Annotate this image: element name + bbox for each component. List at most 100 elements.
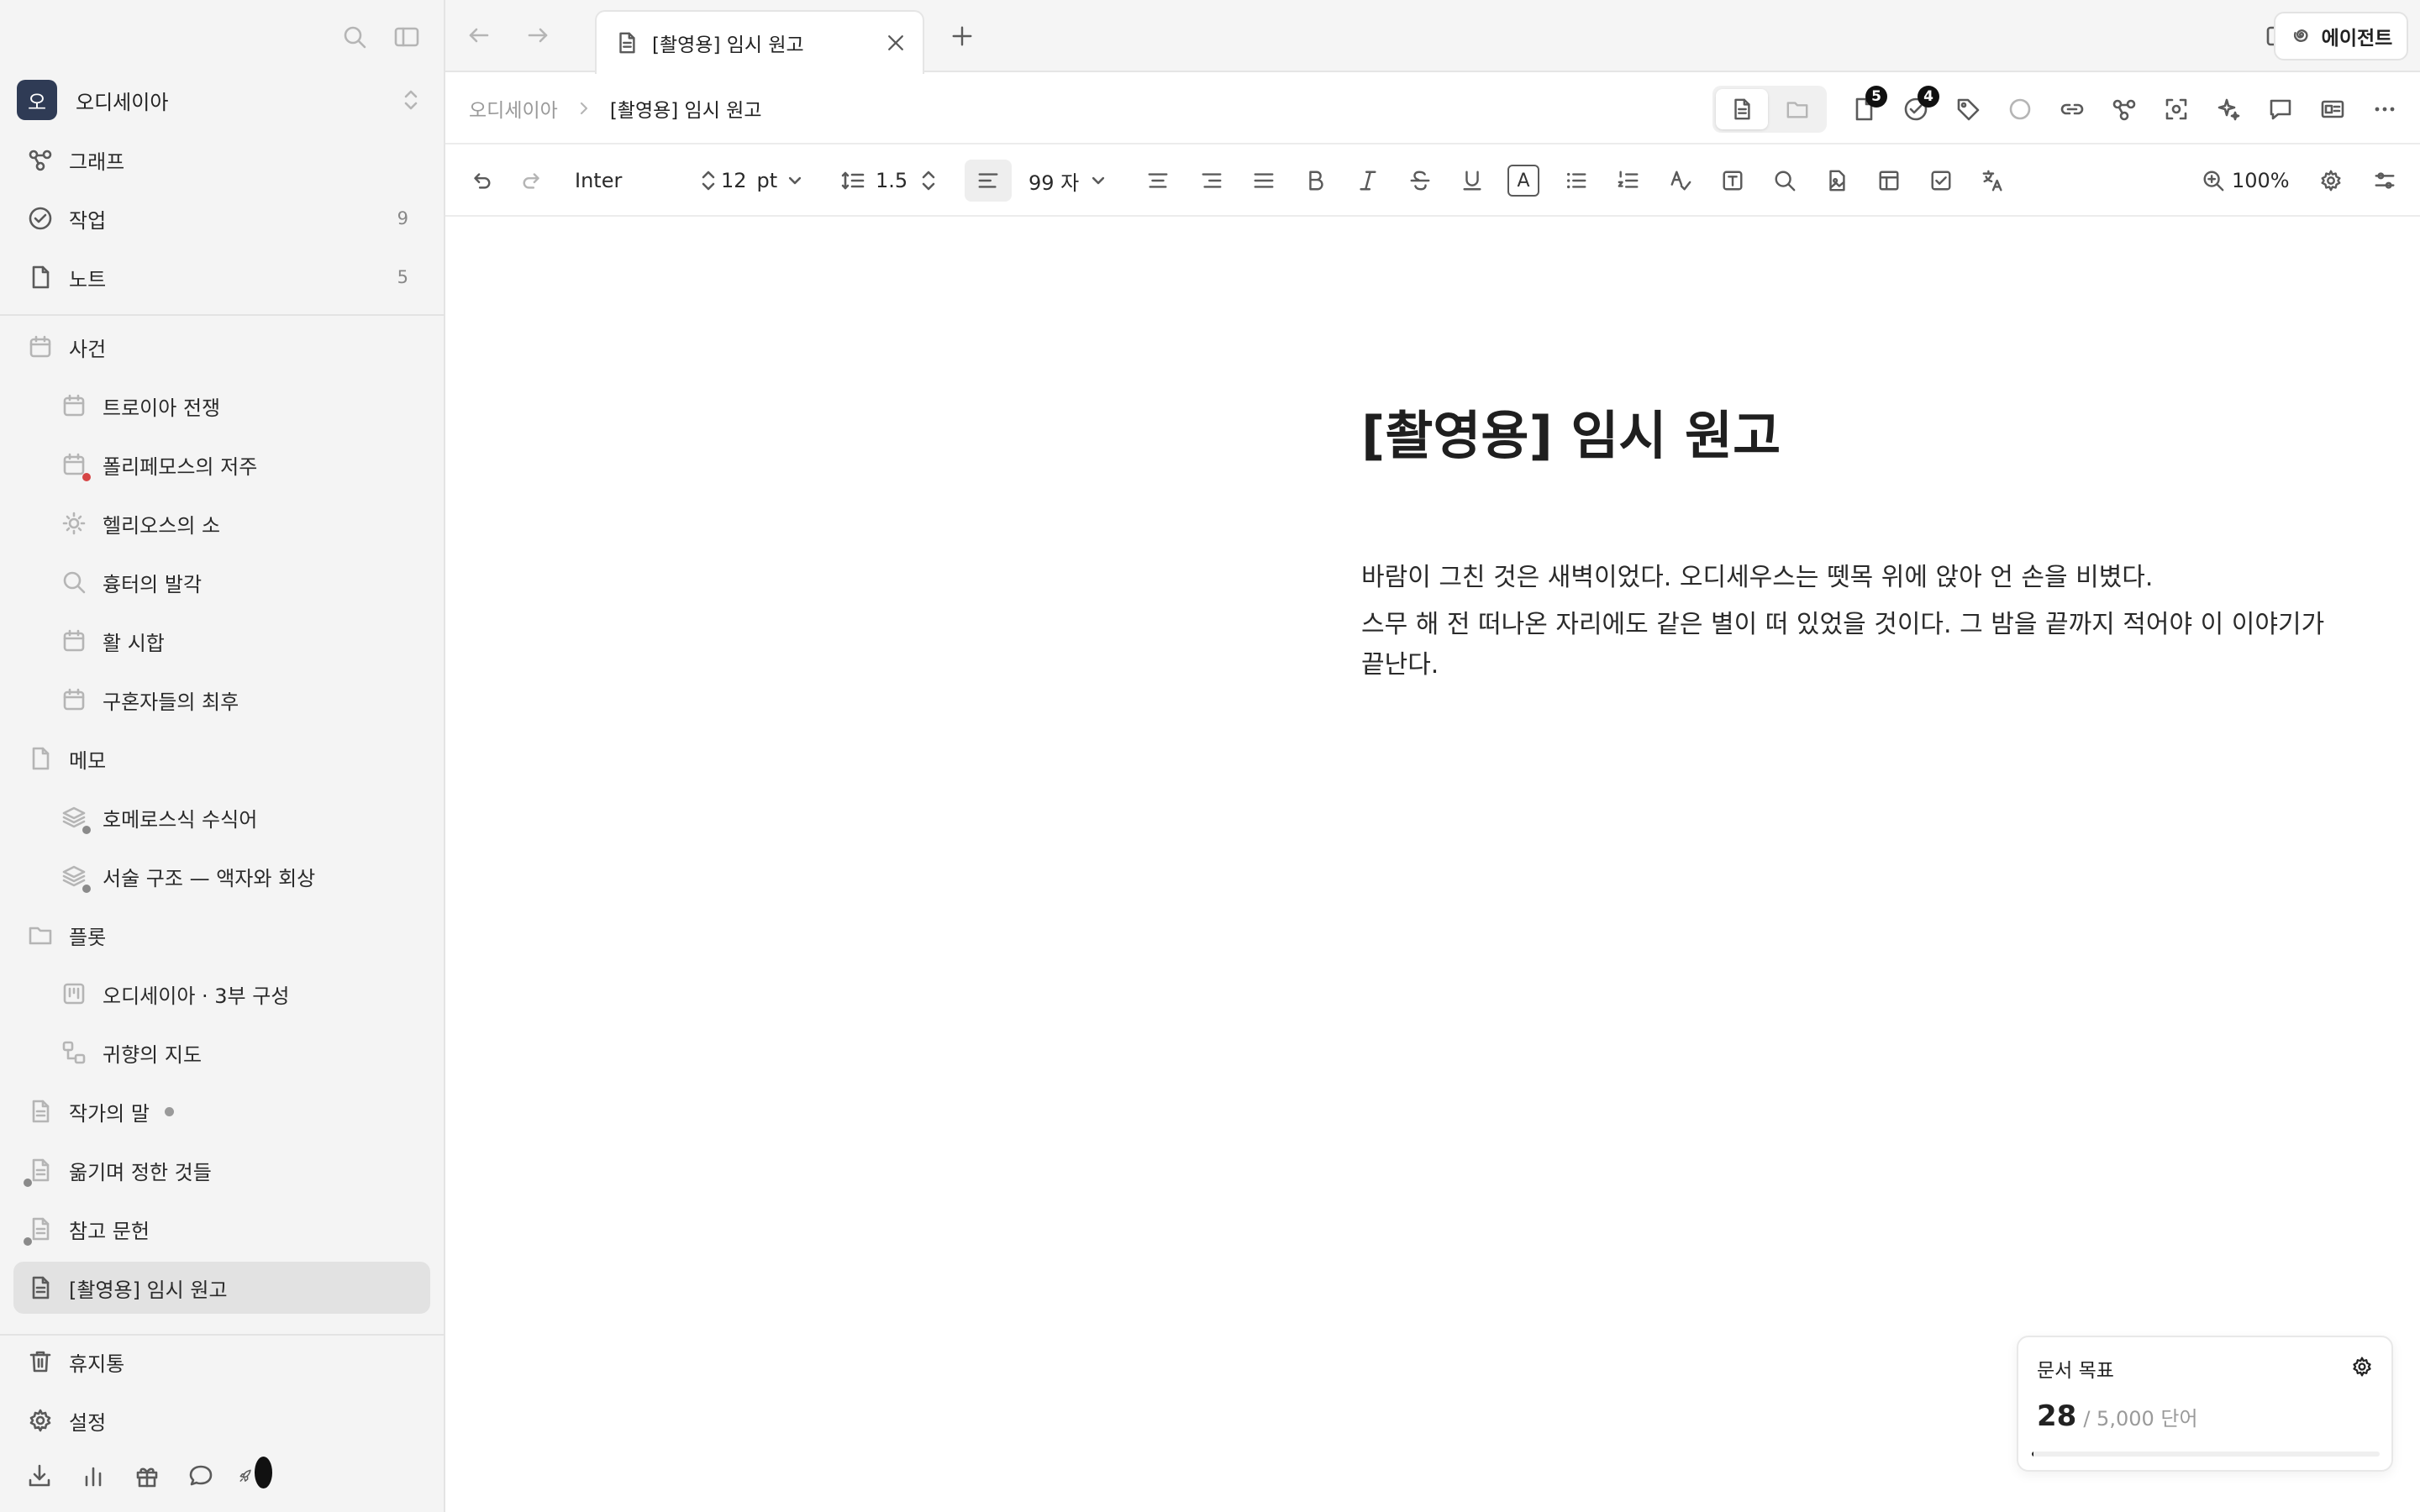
bold-button[interactable] bbox=[1299, 144, 1333, 217]
tree-folder-memo[interactable]: 메모 bbox=[13, 732, 430, 785]
align-left-button[interactable] bbox=[965, 144, 1012, 217]
agent-button[interactable]: 에이전트 bbox=[2274, 12, 2408, 60]
tree-folder-events[interactable]: 사건 bbox=[13, 321, 430, 373]
view-mode-toggle bbox=[1712, 86, 1827, 133]
forward-arrow-icon[interactable] bbox=[521, 18, 555, 52]
sliders-icon bbox=[2368, 164, 2402, 197]
zoom-control[interactable]: 100% bbox=[2202, 144, 2290, 217]
status-circle-icon[interactable] bbox=[2002, 91, 2039, 128]
stats-icon[interactable] bbox=[77, 1460, 109, 1492]
tasks-icon[interactable]: 4 bbox=[1897, 86, 1939, 128]
download-icon[interactable] bbox=[24, 1460, 55, 1492]
align-right-button[interactable] bbox=[1195, 144, 1228, 217]
tree-item-polyphemus[interactable]: 폴리페모스의 저주 bbox=[13, 438, 430, 491]
insert-table-button[interactable] bbox=[1872, 144, 1906, 217]
tab-draft[interactable]: [촬영용] 임시 원고 bbox=[595, 10, 924, 74]
folder-view-icon[interactable] bbox=[1771, 89, 1823, 129]
numbered-list-button[interactable] bbox=[1612, 144, 1645, 217]
tree-label: 오디세이아 · 3부 구성 bbox=[103, 984, 290, 1008]
paragraph[interactable]: 바람이 그친 것은 새벽이었다. 오디세우스는 뗏목 위에 앉아 언 손을 비볐… bbox=[1361, 558, 2328, 598]
document-title[interactable]: [촬영용] 임시 원고 bbox=[1361, 393, 1781, 469]
gear-icon[interactable] bbox=[2348, 1352, 2376, 1381]
breadcrumb-current[interactable]: [촬영용] 임시 원고 bbox=[610, 94, 762, 123]
char-count-select[interactable]: 99 자 bbox=[1028, 144, 1121, 217]
text-box-button[interactable] bbox=[1716, 144, 1749, 217]
chevron-up-down-icon bbox=[398, 83, 424, 117]
line-height-select[interactable]: 1.5 bbox=[840, 144, 950, 217]
chevron-up-down-icon bbox=[919, 168, 938, 193]
more-icon[interactable] bbox=[2366, 91, 2403, 128]
tree-item-authors-note[interactable]: 작가의 말 bbox=[13, 1085, 430, 1137]
tree-item-suitors[interactable]: 구혼자들의 최후 bbox=[13, 674, 430, 726]
find-button[interactable] bbox=[1768, 144, 1802, 217]
tree-item-draft-active[interactable]: [촬영용] 임시 원고 bbox=[13, 1262, 430, 1314]
tab-label: [촬영용] 임시 원고 bbox=[652, 34, 804, 56]
nav-notes[interactable]: 노트 5 bbox=[13, 251, 430, 303]
spellcheck-button[interactable] bbox=[1664, 144, 1697, 217]
rocket-icon[interactable] bbox=[239, 1457, 272, 1492]
document-goal-widget: 문서 목표 28 / 5,000 단어 bbox=[2017, 1336, 2393, 1472]
tree-item-references[interactable]: 참고 문헌 bbox=[13, 1203, 430, 1255]
bullet-list-button[interactable] bbox=[1560, 144, 1593, 217]
numbered-list-icon bbox=[1612, 164, 1645, 197]
search-icon[interactable] bbox=[338, 20, 371, 54]
translate-button[interactable] bbox=[1976, 144, 2010, 217]
nav-trash[interactable]: 휴지통 bbox=[13, 1336, 430, 1388]
nav-graph[interactable]: 그래프 bbox=[13, 134, 430, 186]
font-size-select[interactable]: 12 pt bbox=[721, 144, 813, 217]
editor-settings-button[interactable] bbox=[2314, 144, 2348, 217]
focus-icon[interactable] bbox=[2158, 91, 2195, 128]
document-body[interactable]: 바람이 그친 것은 새벽이었다. 오디세우스는 뗏목 위에 앉아 언 손을 비볐… bbox=[1361, 558, 2328, 692]
redo-button[interactable] bbox=[516, 144, 550, 217]
filter-settings-button[interactable] bbox=[2368, 144, 2402, 217]
sparkles-icon[interactable] bbox=[2210, 91, 2247, 128]
plus-icon[interactable] bbox=[946, 20, 978, 52]
italic-button[interactable] bbox=[1351, 144, 1385, 217]
calendar-icon bbox=[59, 626, 89, 656]
align-center-button[interactable] bbox=[1141, 144, 1175, 217]
link-icon[interactable] bbox=[2054, 91, 2091, 128]
goal-progress-bar bbox=[2032, 1452, 2380, 1457]
breadcrumb-root[interactable]: 오디세이아 bbox=[469, 94, 558, 123]
format-toolbar: Inter 12 pt 1.5 99 자 A 100% bbox=[445, 144, 2420, 217]
tree-item-scar[interactable]: 흉터의 발각 bbox=[13, 556, 430, 608]
close-icon[interactable] bbox=[882, 29, 909, 56]
strikethrough-button[interactable] bbox=[1403, 144, 1437, 217]
sidebar-toggle-icon[interactable] bbox=[390, 20, 424, 54]
tree-item-narrative-structure[interactable]: 서술 구조 — 액자와 회상 bbox=[13, 850, 430, 902]
checklist-button[interactable] bbox=[1924, 144, 1958, 217]
tree-item-trojan-war[interactable]: 트로이아 전쟁 bbox=[13, 380, 430, 432]
chat-icon[interactable] bbox=[185, 1460, 217, 1492]
nav-tasks[interactable]: 작업 9 bbox=[13, 192, 430, 244]
tree-item-helios[interactable]: 헬리오스의 소 bbox=[13, 497, 430, 549]
tag-icon[interactable] bbox=[1949, 91, 1986, 128]
linked-documents-icon[interactable]: 5 bbox=[1845, 86, 1887, 128]
underline-button[interactable] bbox=[1455, 144, 1489, 217]
workspace-switcher[interactable]: 오 오디세이아 bbox=[17, 79, 424, 121]
align-justify-button[interactable] bbox=[1247, 144, 1281, 217]
gift-icon[interactable] bbox=[131, 1460, 163, 1492]
tree-item-translation-notes[interactable]: 옮기며 정한 것들 bbox=[13, 1144, 430, 1196]
tree-item-three-parts[interactable]: 오디세이아 · 3부 구성 bbox=[13, 968, 430, 1020]
undo-icon bbox=[464, 164, 497, 197]
insert-image-button[interactable] bbox=[1820, 144, 1854, 217]
nav-settings[interactable]: 설정 bbox=[13, 1394, 430, 1446]
tree-folder-plot[interactable]: 플롯 bbox=[13, 909, 430, 961]
document-icon bbox=[24, 1155, 55, 1187]
id-card-icon[interactable] bbox=[2314, 91, 2351, 128]
undo-button[interactable] bbox=[464, 144, 497, 217]
document-icon bbox=[25, 1096, 55, 1126]
back-arrow-icon[interactable] bbox=[462, 18, 496, 52]
main-area: [촬영용] 임시 원고 에이전트 오디세이아 [촬영용] 임시 원고 5 4 I… bbox=[445, 0, 2420, 1512]
tree-item-bow-contest[interactable]: 활 시합 bbox=[13, 615, 430, 667]
font-family-select[interactable]: Inter bbox=[575, 144, 718, 217]
paragraph[interactable]: 스무 해 전 떠나온 자리에도 같은 별이 떠 있었을 것이다. 그 밤을 끝까… bbox=[1361, 605, 2328, 685]
graph-icon[interactable] bbox=[2106, 91, 2143, 128]
tree-item-homecoming-map[interactable]: 귀향의 지도 bbox=[13, 1026, 430, 1079]
document-view-icon[interactable] bbox=[1716, 89, 1768, 129]
chevron-up-down-icon bbox=[699, 168, 718, 193]
comment-icon[interactable] bbox=[2262, 91, 2299, 128]
nav-label: 노트 bbox=[69, 267, 107, 291]
tree-item-epithets[interactable]: 호메로스식 수식어 bbox=[13, 791, 430, 843]
text-color-button[interactable]: A bbox=[1507, 144, 1539, 217]
